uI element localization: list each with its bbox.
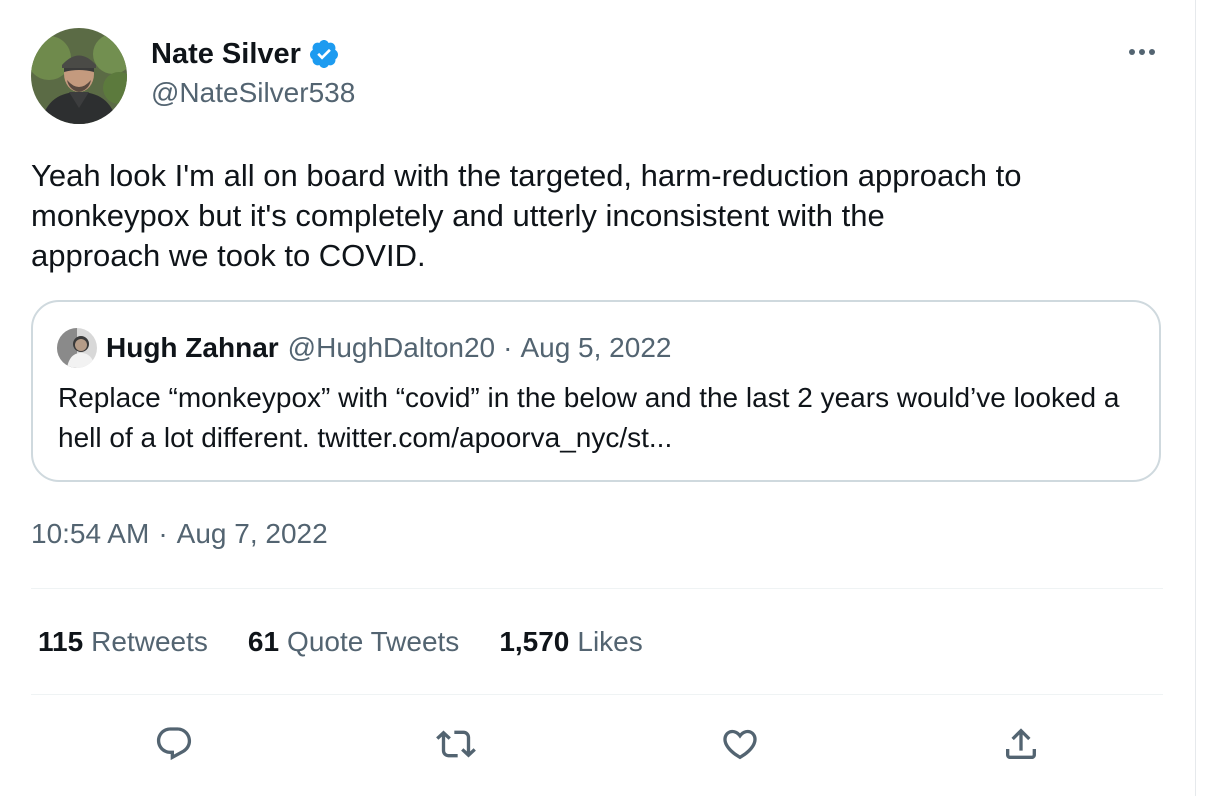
quoted-tweet-header: Hugh Zahnar @HughDalton20 · Aug 5, 2022 (106, 329, 671, 367)
more-horizontal-icon (1129, 49, 1155, 55)
timeline-border (1195, 0, 1196, 796)
quoted-author-avatar (57, 328, 97, 368)
author-name-row: Nate Silver (151, 36, 340, 72)
tweet-text: Yeah look I'm all on board with the targ… (31, 158, 1022, 273)
likes-label: Likes (577, 626, 643, 657)
more-options-button[interactable] (1124, 40, 1160, 64)
retweets-count: 115 (38, 626, 84, 657)
author-handle[interactable]: @NateSilver538 (151, 76, 355, 110)
heart-icon (723, 729, 757, 760)
verified-badge-icon (308, 38, 340, 70)
share-icon (1006, 728, 1036, 759)
tweet-date: Aug 7, 2022 (176, 518, 328, 549)
quote-tweets-label: Quote Tweets (287, 626, 460, 657)
quote-tweets-stat[interactable]: 61 Quote Tweets (248, 626, 459, 658)
reply-icon (156, 727, 192, 761)
quoted-tweet-card[interactable]: Hugh Zahnar @HughDalton20 · Aug 5, 2022 … (31, 300, 1161, 482)
quoted-tweet-text: Replace “monkeypox” with “covid” in the … (58, 382, 1120, 453)
quoted-date: Aug 5, 2022 (520, 332, 672, 363)
retweets-label: Retweets (91, 626, 208, 657)
quoted-author-name: Hugh Zahnar (106, 332, 279, 363)
divider-bottom (31, 694, 1163, 695)
reply-button[interactable] (152, 722, 196, 766)
retweet-button[interactable] (434, 722, 478, 766)
timestamp-separator: · (158, 518, 168, 549)
author-name[interactable]: Nate Silver (151, 36, 301, 72)
author-avatar[interactable] (31, 28, 127, 124)
tweet-time: 10:54 AM (31, 518, 150, 549)
quoted-separator: · (503, 332, 513, 363)
retweet-icon (436, 730, 476, 758)
tweet-timestamp[interactable]: 10:54 AM · Aug 7, 2022 (31, 516, 328, 552)
engagement-stats: 115 Retweets 61 Quote Tweets 1,570 Likes (38, 624, 683, 660)
share-button[interactable] (999, 722, 1043, 766)
likes-count: 1,570 (499, 626, 570, 657)
like-button[interactable] (718, 722, 762, 766)
quoted-author-handle: @HughDalton20 (287, 332, 496, 363)
retweets-stat[interactable]: 115 Retweets (38, 626, 208, 658)
quote-tweets-count: 61 (247, 626, 280, 657)
likes-stat[interactable]: 1,570 Likes (499, 626, 642, 658)
divider-top (31, 588, 1163, 589)
